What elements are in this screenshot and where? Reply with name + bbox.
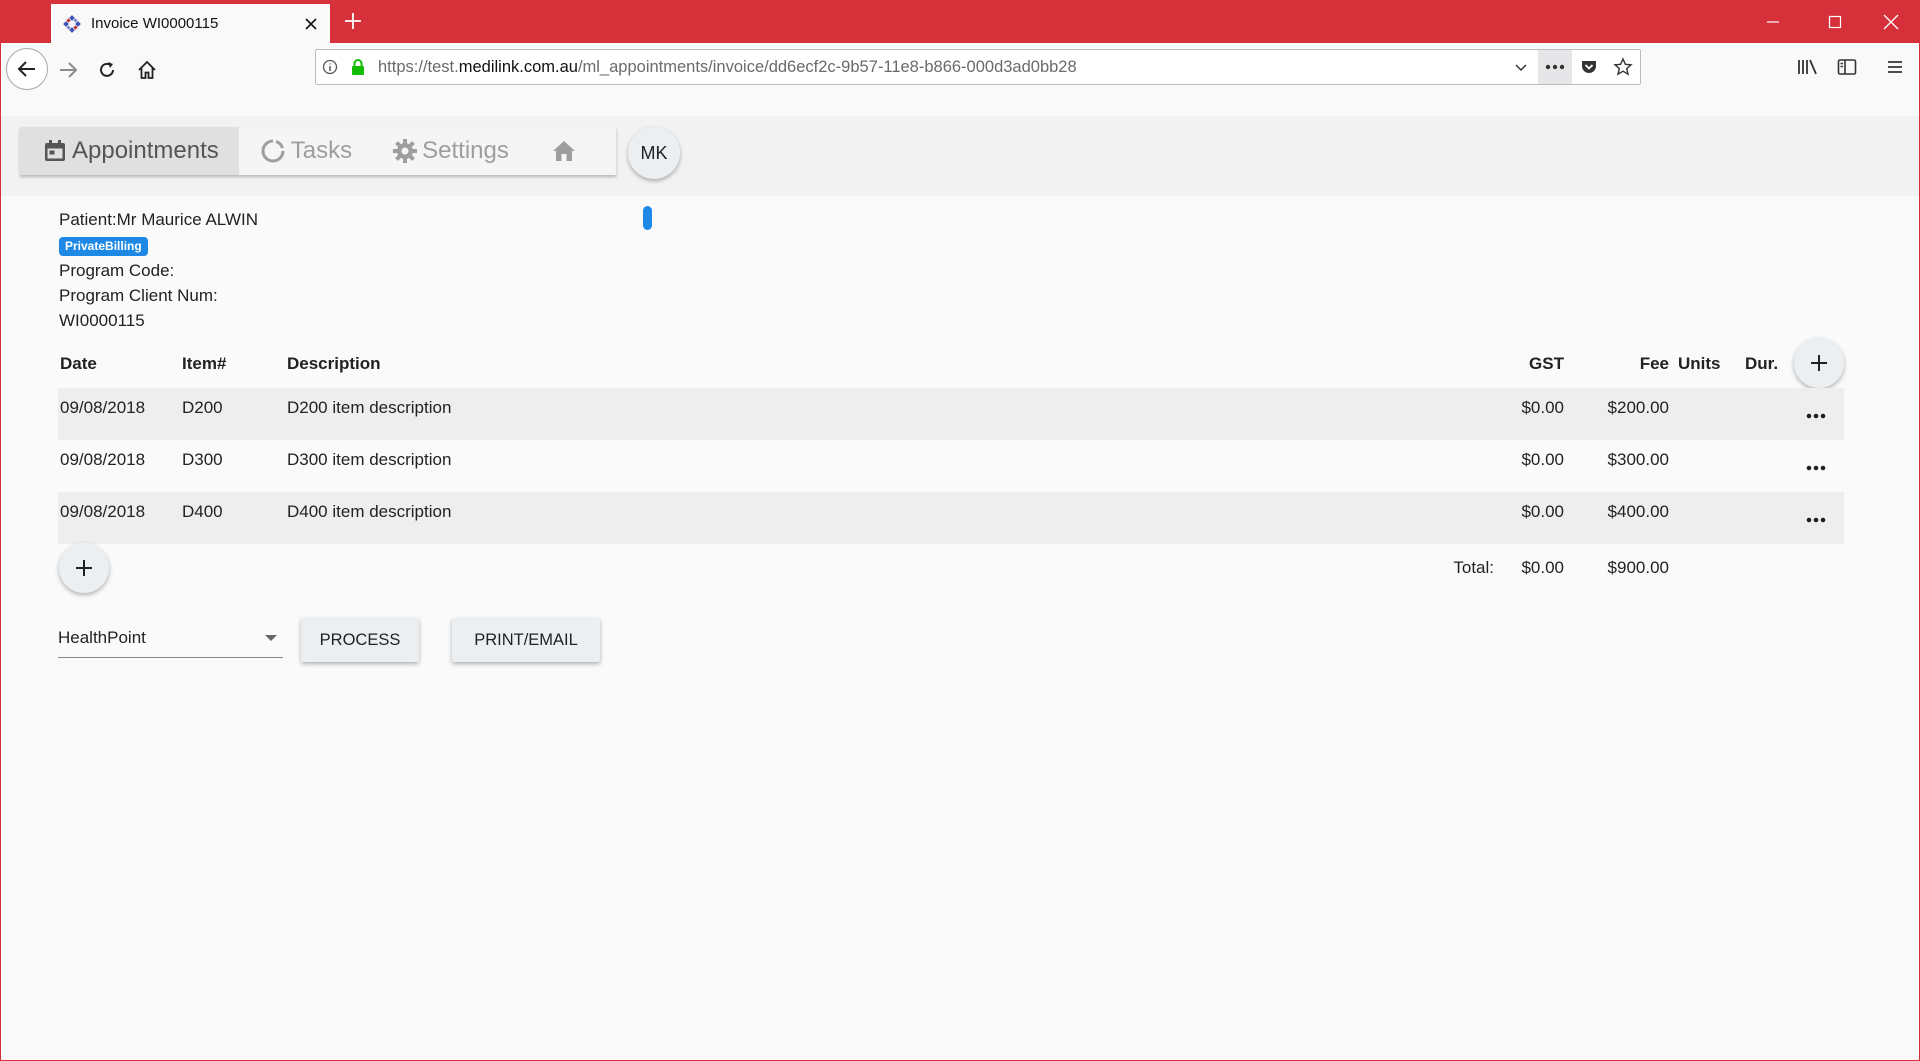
window-border-left [0, 43, 1, 1061]
more-options-icon[interactable] [1802, 458, 1830, 478]
maximize-icon[interactable] [1808, 0, 1862, 43]
col-gst: GST [1529, 354, 1564, 373]
row-gst: $0.00 [1521, 502, 1564, 521]
nav-settings[interactable]: Settings [372, 127, 529, 175]
program-code: Program Code: [59, 261, 175, 280]
add-row-button[interactable] [59, 543, 109, 593]
total-gst: $0.00 [1521, 558, 1564, 577]
row-item: D200 [182, 398, 223, 417]
url-domain: medilink.com.au [458, 57, 578, 76]
url-path: /ml_appointments/invoice/dd6ecf2c-9b57-1… [577, 57, 1077, 76]
patient-info: Patient:Mr Maurice ALWIN PrivateBilling … [59, 207, 258, 333]
process-button[interactable]: PROCESS [301, 618, 419, 662]
chevron-down-icon[interactable] [1504, 50, 1538, 84]
url-text[interactable]: https://test.medilink.com.au/ml_appointm… [378, 58, 1504, 77]
row-date: 09/08/2018 [60, 502, 146, 521]
col-units: Units [1678, 354, 1721, 373]
app-body: Appointments Tasks Settings MK Patient:M… [0, 116, 1920, 1061]
payer-select-value: HealthPoint [58, 627, 146, 647]
program-client-num: Program Client Num: [59, 286, 218, 305]
calendar-icon [45, 140, 65, 161]
row-gst: $0.00 [1521, 398, 1564, 417]
minimize-icon[interactable] [1746, 0, 1800, 43]
plus-icon [1811, 355, 1827, 371]
row-fee: $200.00 [1607, 398, 1669, 417]
window-close-icon[interactable] [1864, 0, 1918, 43]
row-description: D200 item description [287, 398, 452, 417]
payer-select[interactable]: HealthPoint [58, 618, 283, 658]
row-item: D300 [182, 450, 223, 469]
row-description: D300 item description [287, 450, 452, 469]
nav-tasks[interactable]: Tasks [239, 127, 372, 175]
lock-icon [344, 50, 372, 84]
user-avatar[interactable]: MK [628, 127, 680, 179]
info-icon[interactable] [316, 50, 344, 84]
toolbar-divider [0, 91, 1920, 117]
browser-tab[interactable]: Invoice WI0000115 [51, 4, 330, 43]
pocket-icon[interactable] [1572, 50, 1606, 84]
plus-icon [76, 560, 92, 576]
loading-indicator [643, 206, 652, 230]
reload-icon[interactable] [87, 50, 127, 90]
totals-row: Total: $0.00 $900.00 [58, 544, 1844, 594]
col-fee: Fee [1639, 354, 1669, 373]
print-email-button[interactable]: PRINT/EMAIL [452, 618, 600, 662]
total-fee: $900.00 [1607, 558, 1669, 577]
add-item-button[interactable] [1794, 338, 1844, 388]
dropdown-arrow-icon [265, 635, 277, 641]
medilink-favicon-icon [63, 14, 81, 33]
library-icon[interactable] [1791, 50, 1825, 84]
home-icon [552, 141, 575, 161]
col-item: Item# [182, 354, 227, 373]
col-dur: Dur. [1745, 354, 1779, 373]
nav-appointments-label: Appointments [72, 137, 219, 164]
billing-type-badge: PrivateBilling [59, 237, 148, 256]
page-actions-icon[interactable] [1538, 50, 1572, 84]
row-item: D400 [182, 502, 223, 521]
new-tab-icon[interactable] [340, 8, 366, 34]
sidebar-icon[interactable] [1830, 50, 1864, 84]
nav-settings-label: Settings [422, 137, 509, 164]
browser-toolbar: https://test.medilink.com.au/ml_appointm… [0, 43, 1920, 91]
row-description: D400 item description [287, 502, 452, 521]
table-header: Date Item# Description GST Fee Units Dur… [58, 338, 1844, 388]
table-row: 09/08/2018 D200 D200 item description $0… [58, 388, 1844, 440]
patient-name: Patient:Mr Maurice ALWIN [59, 210, 259, 229]
address-bar[interactable]: https://test.medilink.com.au/ml_appointm… [315, 49, 1641, 85]
row-date: 09/08/2018 [60, 450, 146, 469]
gear-icon [393, 139, 418, 163]
nav-tasks-label: Tasks [290, 137, 353, 164]
invoice-items-table: Date Item# Description GST Fee Units Dur… [58, 338, 1844, 594]
more-options-icon[interactable] [1802, 510, 1830, 530]
menu-hamburger-icon[interactable] [1878, 50, 1912, 84]
invoice-number: WI0000115 [59, 311, 145, 330]
home-icon[interactable] [127, 50, 167, 90]
row-gst: $0.00 [1521, 450, 1564, 469]
circle-notch-icon [261, 139, 285, 163]
table-row: 09/08/2018 D400 D400 item description $0… [58, 492, 1844, 544]
url-prefix: https://test. [378, 57, 459, 76]
back-arrow-icon[interactable] [6, 48, 48, 90]
browser-titlebar: Invoice WI0000115 [0, 0, 1920, 43]
forward-arrow-icon[interactable] [48, 50, 88, 90]
nav-appointments[interactable]: Appointments [20, 127, 239, 175]
col-date: Date [60, 354, 97, 373]
row-fee: $300.00 [1607, 450, 1669, 469]
bookmark-star-icon[interactable] [1606, 50, 1640, 84]
close-tab-icon[interactable] [302, 15, 320, 33]
app-navigation: Appointments Tasks Settings [20, 127, 616, 175]
tab-title: Invoice WI0000115 [91, 15, 219, 32]
row-fee: $400.00 [1607, 502, 1669, 521]
more-options-icon[interactable] [1802, 406, 1830, 426]
total-label: Total: [1453, 558, 1494, 577]
nav-home[interactable] [529, 127, 603, 175]
row-date: 09/08/2018 [60, 398, 146, 417]
table-row: 09/08/2018 D300 D300 item description $0… [58, 440, 1844, 492]
col-description: Description [287, 354, 381, 373]
